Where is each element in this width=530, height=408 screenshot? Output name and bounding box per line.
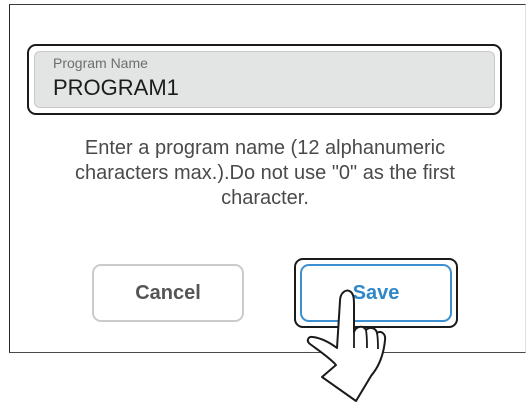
program-name-input[interactable]: Program Name PROGRAM1: [34, 51, 495, 108]
program-name-label: Program Name: [53, 55, 148, 71]
program-name-field[interactable]: Program Name PROGRAM1: [27, 44, 502, 115]
instruction-text: Enter a program name (12 alphanumeric ch…: [75, 137, 455, 209]
save-button[interactable]: Save: [300, 264, 452, 322]
program-name-value: PROGRAM1: [53, 75, 179, 100]
cancel-button[interactable]: Cancel: [92, 264, 244, 322]
